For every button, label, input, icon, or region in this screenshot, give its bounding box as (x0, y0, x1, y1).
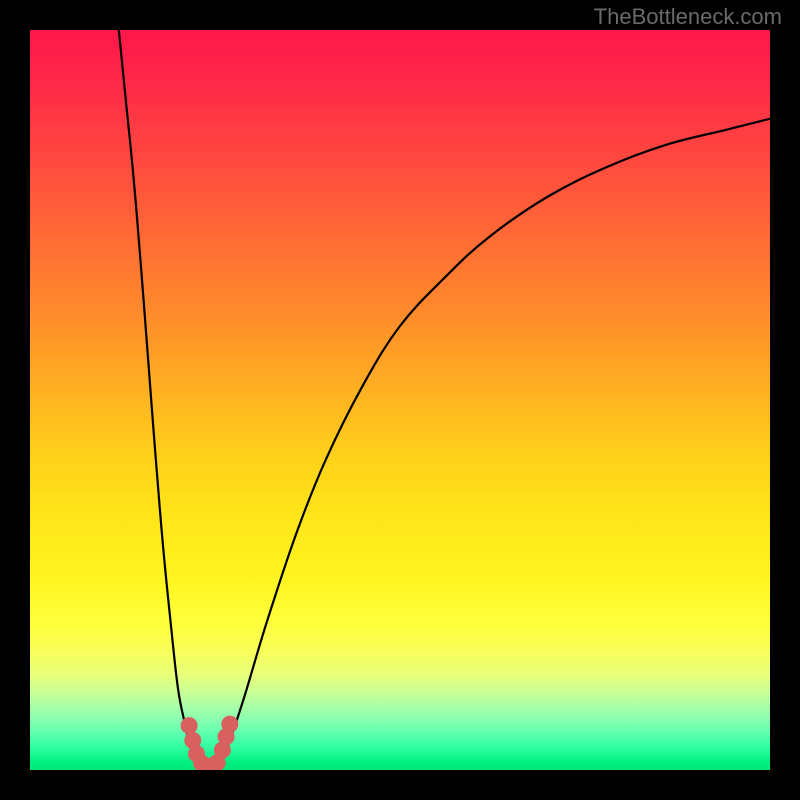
curve-left-branch (119, 30, 200, 770)
data-marker (221, 716, 238, 733)
attribution-text: TheBottleneck.com (594, 4, 782, 30)
markers-group (181, 716, 239, 770)
plot-area (30, 30, 770, 770)
chart-svg (30, 30, 770, 770)
data-marker (181, 717, 198, 734)
curve-right-branch (219, 119, 770, 770)
